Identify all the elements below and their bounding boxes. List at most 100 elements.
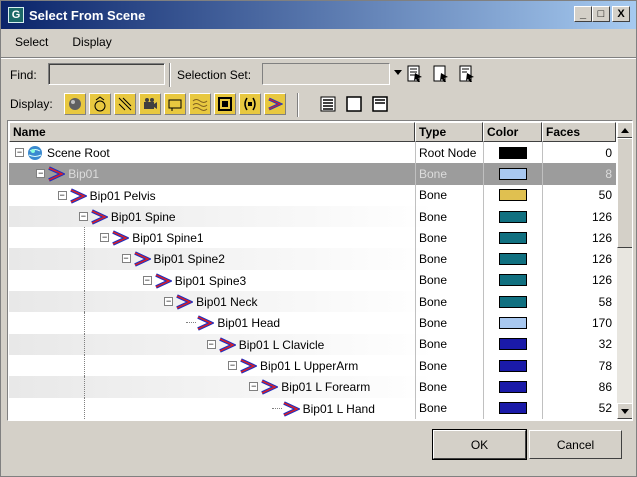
display-none-button[interactable] bbox=[343, 93, 365, 115]
collapse-toggle-icon[interactable]: − bbox=[228, 360, 237, 370]
bone-icon bbox=[112, 230, 130, 246]
table-row[interactable]: − Bip01 Spine2 Bone 126 bbox=[9, 248, 616, 270]
select-from-scene-dialog: G Select From Scene _ □ X Select Display… bbox=[0, 0, 637, 477]
collapse-toggle-icon[interactable]: − bbox=[164, 297, 174, 307]
object-name: Bip01 Head bbox=[217, 316, 281, 331]
find-input[interactable] bbox=[48, 63, 165, 85]
title-bar[interactable]: G Select From Scene _ □ X bbox=[1, 1, 636, 29]
groups-filter-button[interactable] bbox=[214, 93, 236, 115]
shapes-filter-button[interactable] bbox=[89, 93, 111, 115]
selection-set-dropdown-arrow-icon[interactable] bbox=[394, 70, 402, 75]
scrollbar-thumb[interactable] bbox=[617, 138, 632, 248]
scroll-down-button[interactable] bbox=[617, 403, 632, 419]
tree-connector bbox=[271, 407, 282, 409]
type-cell: Bone bbox=[415, 248, 483, 270]
close-button[interactable]: X bbox=[612, 6, 630, 22]
table-row[interactable]: − Bip01 Neck Bone 58 bbox=[9, 291, 616, 313]
object-name: Bip01 Neck bbox=[196, 295, 258, 310]
object-name: Bip01 L UpperArm bbox=[260, 358, 359, 373]
menu-select[interactable]: Select bbox=[5, 35, 58, 49]
geometry-filter-button[interactable] bbox=[64, 93, 86, 115]
collapse-toggle-icon[interactable]: − bbox=[36, 169, 46, 179]
spacewarps-filter-button[interactable] bbox=[189, 93, 211, 115]
minimize-button[interactable]: _ bbox=[574, 6, 592, 22]
column-header-color[interactable]: Color bbox=[483, 122, 542, 142]
type-cell: Bone bbox=[415, 227, 483, 249]
collapse-toggle-icon[interactable]: − bbox=[206, 339, 216, 349]
bone-icon bbox=[69, 188, 87, 204]
color-cell bbox=[483, 248, 542, 270]
table-row[interactable]: − Bip01 L Clavicle Bone 32 bbox=[9, 333, 616, 355]
table-row[interactable]: − Bip01 Spine1 Bone 126 bbox=[9, 227, 616, 249]
column-header-name[interactable]: Name bbox=[9, 122, 415, 142]
collapse-toggle-icon[interactable]: − bbox=[78, 211, 88, 221]
faces-cell: 52 bbox=[542, 397, 616, 419]
ok-button[interactable]: OK bbox=[432, 429, 527, 460]
helper-icon bbox=[168, 99, 182, 111]
collapse-toggle-icon[interactable]: − bbox=[121, 254, 131, 264]
column-header-faces[interactable]: Faces bbox=[542, 122, 616, 142]
menu-divider bbox=[1, 57, 636, 59]
name-cell: − Bip01 Spine3 bbox=[9, 269, 415, 292]
list-none-icon bbox=[346, 96, 362, 112]
bone-icon bbox=[176, 294, 194, 310]
bone-icon bbox=[197, 315, 215, 331]
collapse-toggle-icon[interactable]: − bbox=[57, 190, 67, 200]
bone-icon bbox=[155, 273, 172, 289]
table-row[interactable]: − Bip01 L UpperArm Bone 78 bbox=[9, 354, 616, 377]
group-icon bbox=[218, 97, 232, 111]
menu-display[interactable]: Display bbox=[62, 35, 121, 49]
color-cell bbox=[483, 184, 542, 206]
sphere-icon bbox=[69, 98, 81, 110]
table-row[interactable]: − Bip01 Pelvis Bone 50 bbox=[9, 184, 616, 206]
faces-cell: 126 bbox=[542, 269, 616, 292]
selection-set-combo[interactable] bbox=[262, 63, 390, 85]
helpers-filter-button[interactable] bbox=[164, 93, 186, 115]
name-cell: − Bip01 L UpperArm bbox=[9, 354, 415, 377]
collapse-toggle-icon[interactable]: − bbox=[142, 275, 152, 285]
display-all-button[interactable] bbox=[317, 93, 339, 115]
color-cell bbox=[483, 205, 542, 228]
display-label: Display: bbox=[10, 97, 53, 111]
display-invert-button[interactable] bbox=[369, 93, 391, 115]
select-none-icon[interactable] bbox=[433, 65, 449, 83]
color-swatch bbox=[499, 146, 527, 159]
xrefs-filter-button[interactable] bbox=[239, 93, 261, 115]
column-header-type[interactable]: Type bbox=[415, 122, 483, 142]
collapse-toggle-icon[interactable]: − bbox=[249, 382, 259, 392]
name-cell: − Bip01 Spine bbox=[9, 206, 415, 227]
table-row[interactable]: − Bip01 L Forearm Bone 86 bbox=[9, 376, 616, 398]
table-row[interactable]: − Bip01 Spine3 Bone 126 bbox=[9, 269, 616, 292]
color-cell bbox=[483, 291, 542, 313]
faces-cell: 170 bbox=[542, 312, 616, 334]
vertical-scrollbar[interactable] bbox=[617, 122, 632, 419]
select-all-icon[interactable] bbox=[407, 65, 423, 83]
cancel-button[interactable]: Cancel bbox=[529, 430, 622, 459]
collapse-toggle-icon[interactable]: − bbox=[15, 148, 24, 157]
scroll-up-button[interactable] bbox=[617, 122, 632, 138]
bone-icon bbox=[133, 251, 151, 268]
faces-cell: 50 bbox=[542, 184, 616, 206]
table-row[interactable]: Bip01 Head Bone 170 bbox=[9, 312, 616, 334]
color-swatch bbox=[499, 189, 527, 202]
name-cell: − Bip01 L Clavicle bbox=[9, 333, 415, 355]
color-cell bbox=[483, 163, 542, 185]
select-invert-icon[interactable] bbox=[459, 65, 475, 83]
color-swatch bbox=[499, 231, 527, 244]
faces-cell: 86 bbox=[542, 376, 616, 398]
color-swatch bbox=[499, 210, 527, 223]
tree-guide-line bbox=[83, 354, 85, 377]
color-swatch bbox=[499, 253, 527, 266]
table-row[interactable]: Bip01 L Hand Bone 52 bbox=[9, 397, 616, 419]
cameras-filter-button[interactable] bbox=[139, 93, 161, 115]
table-row[interactable]: − Bip01 Bone 8 bbox=[9, 163, 616, 185]
collapse-toggle-icon[interactable]: − bbox=[100, 233, 110, 243]
table-row[interactable]: − Bip01 Spine Bone 126 bbox=[9, 205, 616, 228]
faces-cell: 32 bbox=[542, 333, 616, 355]
table-row[interactable]: − Scene Root Root Node 0 bbox=[9, 142, 616, 164]
type-cell: Bone bbox=[415, 269, 483, 292]
bones-filter-button[interactable] bbox=[264, 93, 286, 115]
scene-objects-table: Name Type Color Faces − Scene Root Root No… bbox=[7, 120, 633, 421]
maximize-button[interactable]: □ bbox=[592, 6, 610, 22]
lights-filter-button[interactable] bbox=[114, 93, 136, 115]
